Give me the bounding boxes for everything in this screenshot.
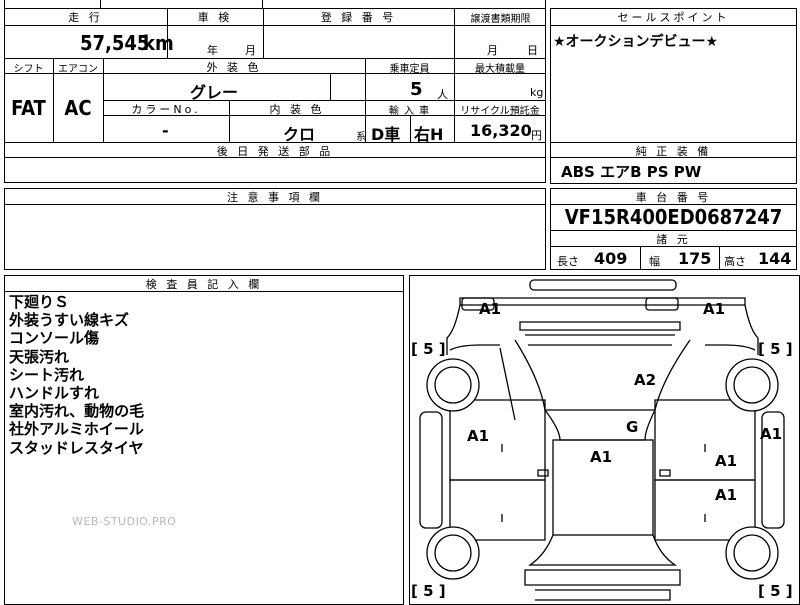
- inspector-label: 検 査 員 記 入 欄: [145, 278, 263, 291]
- capacity-unit: 人: [437, 88, 448, 101]
- grade-right-rear-door: A1: [715, 486, 738, 504]
- watermark: WEB-STUDIO.PRO: [72, 515, 177, 528]
- equipment-label: 純 正 装 備: [635, 145, 712, 158]
- width-label: 幅: [649, 255, 660, 268]
- max-load-unit: kg: [530, 86, 544, 99]
- exterior-color-value: グレー: [190, 83, 239, 102]
- mileage-label: 走 行: [68, 11, 103, 24]
- registration-label: 登 録 番 号: [320, 11, 397, 24]
- mileage-value: 57,545: [80, 31, 150, 55]
- grade-right-front-door: A1: [715, 452, 738, 470]
- transfer-day: 日: [527, 44, 538, 57]
- inspector-line: 社外アルミホイール: [9, 420, 144, 439]
- inspector-line: 外装うすい線キズ: [9, 311, 130, 330]
- exterior-color-label: 外 装 色: [206, 61, 262, 74]
- capacity-label: 乗車定員: [389, 64, 430, 75]
- tire-rear-left: [ 5 ]: [411, 582, 446, 600]
- tire-front-left: [ 5 ]: [411, 340, 446, 358]
- sales-point-label: セールスポイント: [617, 11, 730, 24]
- tire-rear-right: [ 5 ]: [758, 582, 793, 600]
- height-label: 高さ: [724, 255, 746, 268]
- later-parts-label: 後 日 発 送 部 品: [216, 145, 334, 158]
- inspector-line: 下廻りＳ: [9, 293, 70, 311]
- chassis-number: VF15R400ED0687247: [564, 205, 783, 229]
- inspector-line: 室内汚れ、動物の毛: [9, 402, 145, 421]
- color-no-value: -: [162, 121, 169, 140]
- color-no-label: カラーNo.: [131, 103, 201, 116]
- capacity-value: 5: [410, 79, 423, 100]
- grade-right-side: A1: [760, 425, 783, 443]
- inspector-notes: 下廻りＳ 外装うすい線キズ コンソール傷 天張汚れ シート汚れ ハンドルすれ 室…: [9, 293, 144, 457]
- recycle-value: 16,320: [470, 121, 532, 140]
- inspection-label: 車 検: [197, 11, 233, 24]
- notes-label: 注 意 事 項 欄: [227, 191, 323, 204]
- grade-roof: A1: [590, 448, 613, 466]
- transfer-label: 譲渡書類期限: [470, 14, 531, 25]
- grade-left-front-door: A1: [467, 427, 490, 445]
- interior-color-label: 内 装 色: [269, 103, 325, 116]
- length-label: 長さ: [557, 255, 579, 268]
- grade-hood: A2: [634, 371, 657, 389]
- tire-front-right: [ 5 ]: [758, 340, 793, 358]
- interior-color-suffix: 系: [356, 132, 366, 143]
- inspector-line: スタッドレスタイヤ: [9, 438, 144, 457]
- inspector-line: 天張汚れ: [9, 347, 70, 366]
- width-value: 175: [678, 249, 712, 268]
- recycle-label: リサイクル預託金: [460, 106, 540, 117]
- ac-label: エアコン: [58, 64, 98, 75]
- mileage-unit: km: [143, 31, 174, 55]
- import-label: 輸 入 車: [388, 106, 431, 117]
- max-load-label: 最大積載量: [475, 64, 525, 75]
- grade-front-right: A1: [703, 300, 726, 318]
- inspection-month: 月: [245, 44, 256, 57]
- equipment-value: ABS エアB PS PW: [561, 163, 702, 181]
- sales-point-text: ★オークションデビュー★: [553, 34, 719, 50]
- recycle-unit: 円: [531, 129, 542, 142]
- inspector-line: コンソール傷: [9, 329, 100, 348]
- transfer-month: 月: [487, 44, 498, 57]
- inspector-line: ハンドルすれ: [9, 384, 100, 403]
- grade-front-left: A1: [479, 300, 502, 318]
- shift-label: シフト: [13, 64, 44, 75]
- length-value: 409: [594, 249, 628, 268]
- shift-value: FAT: [11, 96, 46, 120]
- ac-value: AC: [64, 96, 92, 120]
- chassis-label: 車 台 番 号: [635, 191, 712, 204]
- dimensions-label: 諸 元: [656, 233, 691, 246]
- inspector-line: シート汚れ: [9, 365, 85, 384]
- grade-windshield: G: [626, 418, 639, 436]
- height-value: 144: [758, 249, 792, 268]
- inspection-year: 年: [207, 44, 218, 57]
